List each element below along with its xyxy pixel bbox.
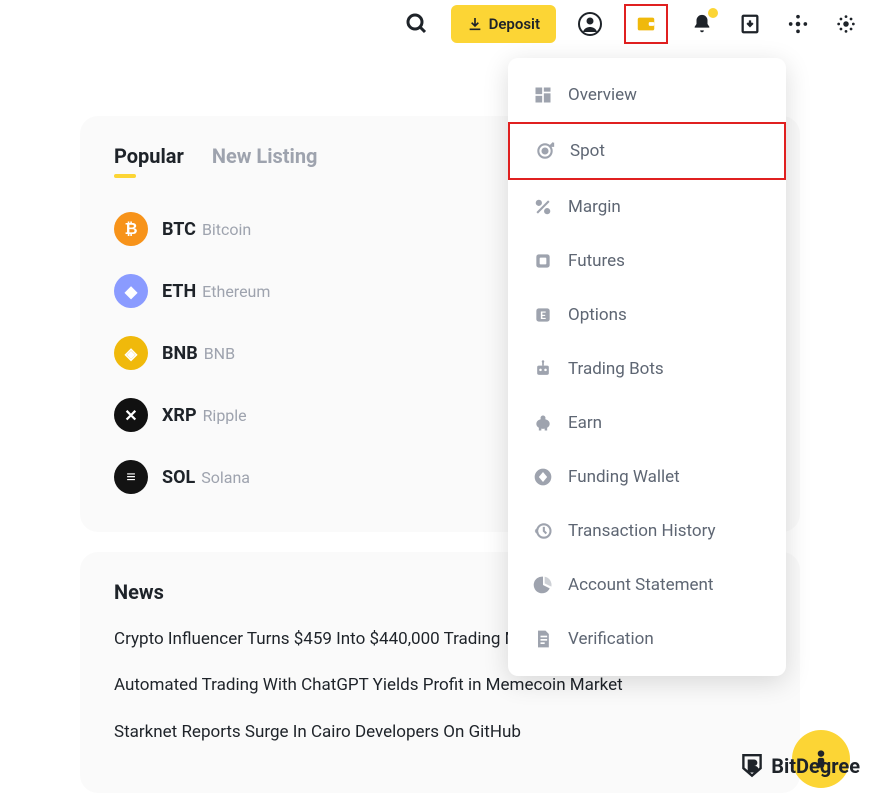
coin-icon: ≡ — [114, 460, 148, 494]
dropdown-item-label: Margin — [568, 197, 621, 217]
coin-icon: ✕ — [114, 398, 148, 432]
download-app-icon[interactable] — [736, 10, 764, 38]
coin-symbol: BTC — [162, 219, 196, 240]
dropdown-item-label: Futures — [568, 251, 625, 271]
pie-icon — [532, 574, 554, 596]
deposit-button[interactable]: Deposit — [451, 5, 556, 43]
coin-icon: ◆ — [114, 274, 148, 308]
svg-text:E: E — [540, 311, 546, 322]
deposit-label: Deposit — [489, 15, 540, 33]
news-item[interactable]: Starknet Reports Surge In Cairo Develope… — [114, 719, 766, 745]
dropdown-item-futures[interactable]: Futures — [508, 234, 786, 288]
coin-symbol: SOL — [162, 467, 195, 488]
dropdown-item-label: Spot — [570, 141, 605, 161]
dropdown-item-overview[interactable]: Overview — [508, 68, 786, 122]
dropdown-item-options[interactable]: E Options — [508, 288, 786, 342]
dropdown-item-earn[interactable]: Earn — [508, 396, 786, 450]
dropdown-item-spot[interactable]: Spot — [508, 122, 786, 180]
coin-name: Solana — [201, 468, 250, 487]
coin-symbol: XRP — [162, 405, 197, 426]
wallet-dropdown: Overview Spot Margin Futures E Options Trading… — [508, 58, 786, 676]
coin-symbol: ETH — [162, 281, 196, 302]
news-item[interactable]: Automated Trading With ChatGPT Yields Pr… — [114, 672, 766, 698]
coin-name: Ripple — [203, 406, 247, 425]
percent-icon — [532, 196, 554, 218]
coin-name: BNB — [204, 344, 235, 363]
download-icon — [467, 16, 483, 32]
dropdown-item-label: Transaction History — [568, 521, 716, 541]
tab-new-listing[interactable]: New Listing — [212, 144, 318, 176]
settings-icon[interactable] — [832, 10, 860, 38]
search-icon[interactable] — [403, 10, 431, 38]
grid-icon — [532, 84, 554, 106]
dropdown-item-transaction-history[interactable]: Transaction History — [508, 504, 786, 558]
dropdown-item-label: Funding Wallet — [568, 467, 680, 487]
robot-icon — [532, 358, 554, 380]
tab-popular[interactable]: Popular — [114, 144, 184, 176]
box-icon — [532, 250, 554, 272]
doc-icon — [532, 628, 554, 650]
piggy-icon — [532, 412, 554, 434]
dropdown-item-label: Verification — [568, 629, 654, 649]
dropdown-item-label: Account Statement — [568, 575, 713, 595]
top-bar: Deposit — [0, 0, 880, 44]
history-icon — [532, 520, 554, 542]
dropdown-item-verification[interactable]: Verification — [508, 612, 786, 666]
bitdegree-logo-icon — [739, 752, 765, 780]
square-e-icon: E — [532, 304, 554, 326]
notifications-icon[interactable] — [688, 10, 716, 38]
dropdown-item-label: Trading Bots — [568, 359, 664, 379]
dropdown-item-trading-bots[interactable]: Trading Bots — [508, 342, 786, 396]
dropdown-item-funding-wallet[interactable]: Funding Wallet — [508, 450, 786, 504]
dropdown-item-account-statement[interactable]: Account Statement — [508, 558, 786, 612]
dropdown-item-label: Options — [568, 305, 627, 325]
wallet-icon-highlighted[interactable] — [624, 4, 668, 44]
notification-dot — [708, 8, 718, 18]
dropdown-item-label: Earn — [568, 413, 602, 433]
coin-symbol: BNB — [162, 343, 198, 364]
account-icon[interactable] — [576, 10, 604, 38]
coin-icon: ◈ — [114, 336, 148, 370]
diamond-icon — [532, 466, 554, 488]
watermark: BitDegree — [739, 752, 860, 780]
dropdown-item-label: Overview — [568, 85, 637, 105]
coin-name: Ethereum — [202, 282, 270, 301]
globe-icon[interactable] — [784, 10, 812, 38]
watermark-text: BitDegree — [771, 754, 860, 778]
target-icon — [534, 140, 556, 162]
dropdown-item-margin[interactable]: Margin — [508, 180, 786, 234]
coin-name: Bitcoin — [202, 220, 251, 239]
coin-icon: ₿ — [114, 212, 148, 246]
